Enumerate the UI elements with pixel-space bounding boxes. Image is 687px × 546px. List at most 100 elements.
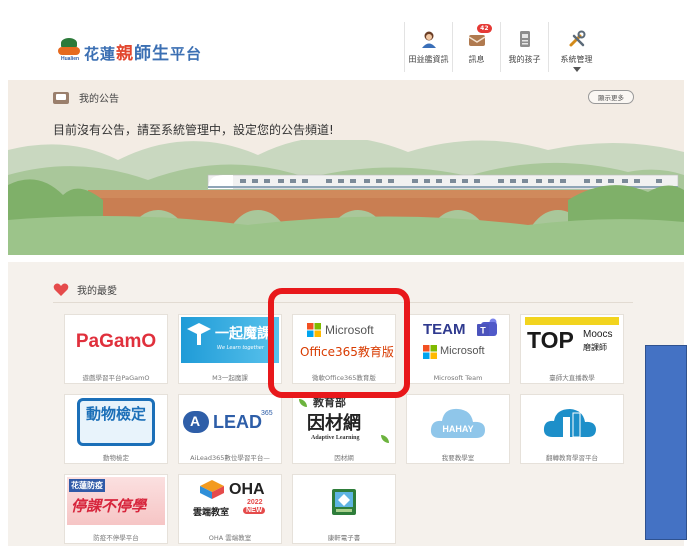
pagamo-logo-text: PaGamO	[75, 331, 157, 352]
tile-kangxuan-ebook[interactable]: 康軒電子書	[292, 474, 396, 544]
tile-adaptive-learning[interactable]: 教育部 因材網 Adaptive Learning 因材網	[292, 394, 396, 464]
ailead-logo-text: LEAD	[213, 412, 262, 432]
oha-cube-icon	[200, 480, 224, 499]
tile-caption: AiLead365數位學習平台—	[190, 454, 270, 462]
oha-logo: OHA 雲端教室 2022 NEW	[179, 475, 281, 529]
tile-caption: 臺師大直播教學	[549, 374, 595, 382]
nav-system-admin[interactable]: 系統管理	[548, 22, 604, 72]
mail-icon: 42	[468, 24, 492, 48]
ebook-icon	[332, 489, 356, 515]
top-moocs-logo: TOP Moocs 磨課師	[521, 315, 623, 369]
nav-messages[interactable]: 42 訊息	[452, 22, 500, 72]
announcement-empty-text: 目前沒有公告，請至系統管理中，設定您的公告頻道!	[53, 123, 334, 137]
top-logo-text: TOP	[527, 327, 574, 353]
oha-year-text: 2022	[247, 499, 263, 506]
show-more-button[interactable]: 顯示更多	[588, 90, 634, 104]
logo-text: 花蓮親師生平台	[84, 39, 202, 64]
nav-system-admin-label: 系統管理	[560, 55, 593, 64]
announcement-header: 我的公告	[53, 90, 119, 105]
teams-icon: T	[477, 318, 497, 336]
cloud-bars-icon	[543, 409, 596, 438]
tile-caption: 康軒電子書	[327, 534, 361, 542]
nav-user-info[interactable]: 田益艦資訊	[404, 22, 452, 72]
microsoft-icon	[423, 345, 437, 359]
animal-test-logo-text: 動物檢定	[85, 405, 146, 423]
tile-caption: Microsoft Team	[433, 374, 483, 382]
nav-messages-label: 訊息	[468, 55, 485, 64]
covid-logo-top-text: 花蓮防疫	[69, 479, 105, 492]
oha-logo-subtext: 雲端教室	[193, 508, 230, 518]
train-landscape-illustration	[8, 80, 684, 255]
favorites-title: 我的最愛	[77, 286, 117, 297]
animal-test-logo: 動物檢定	[65, 395, 167, 449]
user-icon	[421, 31, 436, 48]
m3-logo: 一起魔課 We Learn together	[179, 315, 281, 369]
tile-m3[interactable]: 一起魔課 We Learn together M3一起魔課	[178, 314, 282, 384]
m3-logo-text: 一起魔課	[215, 326, 271, 342]
new-badge: NEW	[243, 507, 266, 514]
announcement-title: 我的公告	[79, 94, 119, 105]
student-card-icon	[519, 31, 530, 47]
logo-text-2: 親	[116, 43, 135, 64]
tile-caption: M3一起魔課	[212, 374, 248, 382]
teams-brand-text: Microsoft	[440, 345, 485, 357]
tile-caption: 動物檢定	[103, 454, 129, 462]
adaptive-logo-subtext: Adaptive Learning	[311, 435, 360, 441]
tile-caption: OHA 雲端教室	[208, 534, 252, 542]
tile-hahay[interactable]: HAHAY 我要教學室	[406, 394, 510, 464]
pagamo-logo: PaGamO	[65, 315, 167, 369]
logo-sub-text: Hualien	[61, 56, 80, 62]
tile-caption: 防疫不停學平台	[93, 534, 139, 542]
adaptive-logo-text: 因材網	[307, 413, 361, 434]
hahay-logo: HAHAY	[407, 395, 509, 449]
teams-logo-text: TEAM	[423, 321, 466, 338]
graduation-cap-icon	[187, 323, 211, 345]
highlight-box	[268, 288, 410, 398]
ailead-logo: A LEAD 365	[179, 395, 281, 449]
moocs-chinese-text: 磨課師	[583, 343, 607, 352]
ailead-logo-sup: 365	[261, 410, 273, 417]
top-nav: 田益艦資訊 42 訊息 我的孩子 系統管理	[404, 22, 604, 72]
chevron-down-icon	[572, 67, 581, 72]
tile-caption: 我要教學室	[441, 454, 475, 462]
logo-text-3: 師生	[134, 43, 171, 64]
tile-flip-education[interactable]: 翻轉教育學習平台	[520, 394, 624, 464]
m3-logo-subtext: We Learn together	[217, 345, 264, 351]
heart-icon	[53, 283, 69, 296]
tile-oha-cloud[interactable]: OHA 雲端教室 2022 NEW OHA 雲端教室	[178, 474, 282, 544]
flip-education-logo	[521, 395, 623, 449]
nav-user-info-label: 田益艦資訊	[408, 55, 449, 64]
inbox-icon	[53, 91, 69, 104]
svg-text:T: T	[480, 326, 486, 336]
leaf-icon	[299, 399, 307, 407]
adaptive-learning-logo: 教育部 因材網 Adaptive Learning	[293, 395, 395, 449]
tile-caption: 遊戲學習平台PaGamO	[82, 374, 150, 382]
tile-covid-learning[interactable]: 花蓮防疫 停課不停學 防疫不停學平台	[64, 474, 168, 544]
site-logo[interactable]: Hualien 花蓮親師生平台	[58, 38, 202, 64]
tile-microsoft-team[interactable]: TEAM T Microsoft Microsoft Team	[406, 314, 510, 384]
nav-my-children[interactable]: 我的孩子	[500, 22, 548, 72]
header: Hualien 花蓮親師生平台 田益艦資訊 42 訊息 我的孩子 系統管理	[0, 0, 687, 78]
tile-pagamo[interactable]: PaGamO 遊戲學習平台PaGamO	[64, 314, 168, 384]
message-count-badge: 42	[477, 24, 492, 33]
ailead-a-glyph: A	[190, 413, 201, 429]
cloud-icon: HAHAY	[430, 408, 485, 438]
logo-text-4: 平台	[170, 44, 203, 63]
covid-logo-text: 停課不停學	[71, 497, 147, 515]
kangxuan-logo	[293, 475, 395, 529]
tile-top-moocs[interactable]: TOP Moocs 磨課師 臺師大直播教學	[520, 314, 624, 384]
announcement-panel: 我的公告 顯示更多 目前沒有公告，請至系統管理中，設定您的公告頻道!	[8, 80, 684, 255]
tile-animal-test[interactable]: 動物檢定 動物檢定	[64, 394, 168, 464]
hahay-logo-text: HAHAY	[442, 424, 473, 434]
tile-caption: 因材網	[334, 454, 354, 462]
nav-my-children-label: 我的孩子	[508, 55, 541, 64]
tile-caption: 翻轉教育學習平台	[546, 454, 598, 462]
blue-overlay-box	[645, 345, 687, 540]
moocs-text: Moocs	[583, 329, 613, 340]
tools-icon	[569, 30, 585, 47]
covid-learning-logo: 花蓮防疫 停課不停學	[65, 475, 167, 529]
logo-text-1: 花蓮	[84, 44, 117, 63]
oha-logo-text: OHA	[229, 481, 265, 498]
teams-logo: TEAM T Microsoft	[407, 315, 509, 369]
tile-ailead365[interactable]: A LEAD 365 AiLead365數位學習平台—	[178, 394, 282, 464]
